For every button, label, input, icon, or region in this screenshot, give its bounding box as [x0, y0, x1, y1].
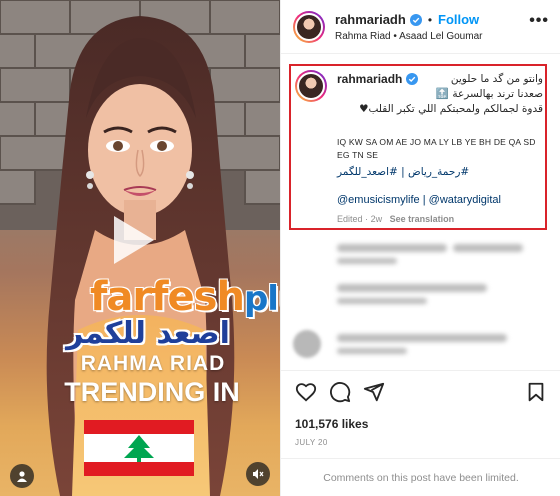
play-icon[interactable]: [110, 212, 158, 268]
bookmark-icon[interactable]: [525, 381, 547, 403]
share-icon[interactable]: [363, 381, 385, 403]
caption-mentions[interactable]: @emusicismylife | @watarydigital: [337, 194, 501, 206]
user-tag-icon[interactable]: [10, 464, 34, 488]
caption-text: وانتو من گد ما حلوين صعدنا ترند بهالسرعة…: [337, 72, 543, 117]
caption-line-2-text: صعدنا ترند بهالسرعة: [452, 88, 543, 100]
comments-limited-notice: Comments on this post have been limited.: [281, 458, 560, 496]
mute-icon[interactable]: [246, 462, 270, 486]
lebanon-flag-icon: [84, 420, 194, 476]
caption-line-2: صعدنا ترند بهالسرعة 🔝: [337, 87, 543, 102]
caption-highlight-box: rahmariadh وانتو من گد ما حلوين صعدنا تر…: [289, 64, 547, 230]
post-age: 2w: [370, 214, 383, 224]
artist-name-overlay: RAHMA RIAD: [80, 352, 226, 375]
like-count[interactable]: 101,576 likes: [295, 417, 368, 431]
song-title-overlay: اصعد للكمر: [66, 316, 230, 351]
verified-badge-icon: [409, 13, 422, 26]
username-link[interactable]: rahmariadh: [335, 12, 406, 27]
heart-icon[interactable]: [295, 381, 317, 403]
watermark-part-b: plus.com: [243, 279, 280, 319]
avatar: [293, 330, 321, 358]
avatar[interactable]: [293, 11, 325, 43]
see-translation-link[interactable]: See translation: [390, 214, 455, 224]
follow-button[interactable]: Follow: [438, 12, 479, 27]
header-user-line: rahmariadh • Follow: [335, 12, 479, 27]
post-media[interactable]: farfesh plus.com اصعد للكمر RAHMA RIAD T…: [0, 0, 280, 496]
watermark: farfesh plus.com: [90, 274, 280, 320]
edited-label: Edited: [337, 214, 363, 224]
more-options-icon[interactable]: •••: [529, 12, 549, 30]
audio-link[interactable]: Rahma Riad • Asaad Lel Goumar: [335, 31, 482, 42]
caption-avatar[interactable]: [295, 70, 327, 102]
comment-row-blurred: [293, 328, 549, 358]
watermark-part-a: farfesh: [90, 274, 245, 320]
comment-icon[interactable]: [329, 381, 351, 403]
comment-row-blurred: [293, 238, 549, 266]
comment-row-blurred: [293, 278, 549, 306]
post-header: rahmariadh • Follow ••• Rahma Riad • Asa…: [281, 0, 560, 54]
caption-meta: Edited · 2w See translation: [337, 214, 454, 224]
separator-dot: •: [427, 12, 433, 27]
caption-line-3: قدوة لجمالكم ولمحبتكم اللي تكبر القلب♥: [359, 103, 543, 115]
post-date: JULY 20: [295, 438, 328, 447]
caption-country-codes: IQ KW SA OM AE JO MA LY LB YE BH DE QA S…: [337, 137, 536, 160]
caption-line-1: وانتو من گد ما حلوين: [450, 73, 543, 85]
meta-separator: ·: [365, 214, 369, 224]
action-bar: [281, 370, 560, 410]
trending-label: TRENDING IN: [64, 377, 240, 407]
caption-hashtags[interactable]: #رحمة_رياض | #اصعد_للگمر: [337, 165, 545, 180]
top-emoji-icon: 🔝: [435, 88, 449, 100]
post-sidebar: rahmariadh • Follow ••• Rahma Riad • Asa…: [280, 0, 560, 496]
